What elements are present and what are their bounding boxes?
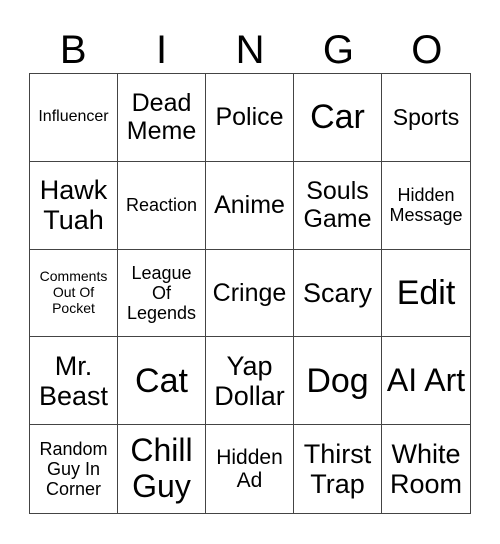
header-letter-n: N (235, 28, 265, 72)
bingo-cell[interactable]: AI Art (382, 337, 470, 426)
bingo-cell[interactable]: Hawk Tuah (30, 161, 118, 250)
bingo-cell[interactable]: League Of Legends (118, 249, 206, 338)
header-letter-i: I (156, 28, 168, 72)
bingo-cell[interactable]: Hidden Ad (206, 425, 294, 513)
bingo-cell[interactable]: Mr. Beast (30, 337, 118, 426)
bingo-cell[interactable]: Police (206, 74, 294, 162)
bingo-cell[interactable]: Hidden Message (382, 162, 470, 250)
bingo-cell[interactable]: Random Guy In Corner (30, 425, 118, 513)
bingo-card: Influencer Dead Meme Police Car Sports H… (29, 73, 471, 514)
bingo-cell[interactable]: Cat (118, 337, 206, 426)
header-letter-g: G (322, 28, 354, 72)
header-letter-o: O (411, 28, 443, 72)
bingo-cell[interactable]: Thirst Trap (294, 425, 382, 513)
bingo-cell[interactable]: Comments Out Of Pocket (30, 249, 118, 338)
bingo-cell[interactable]: Dog (294, 337, 382, 426)
bingo-cell[interactable]: Yap Dollar (206, 337, 294, 426)
bingo-header: B I N G O (29, 30, 471, 70)
bingo-cell[interactable]: Anime (206, 161, 294, 250)
bingo-cell[interactable]: Sports (382, 74, 470, 162)
bingo-cell[interactable]: Chill Guy (118, 425, 206, 513)
bingo-cell[interactable]: Souls Game (294, 161, 382, 250)
bingo-cell[interactable]: White Room (382, 425, 470, 513)
header-letter-b: B (59, 28, 87, 72)
bingo-cell[interactable]: Cringe (206, 249, 294, 338)
bingo-cell[interactable]: Scary (294, 249, 382, 338)
bingo-cell[interactable]: Reaction (118, 161, 206, 250)
bingo-cell[interactable]: Dead Meme (118, 74, 206, 162)
bingo-cell[interactable]: Edit (382, 250, 470, 338)
bingo-cell[interactable]: Influencer (30, 74, 118, 162)
bingo-cell[interactable]: Car (294, 74, 382, 162)
